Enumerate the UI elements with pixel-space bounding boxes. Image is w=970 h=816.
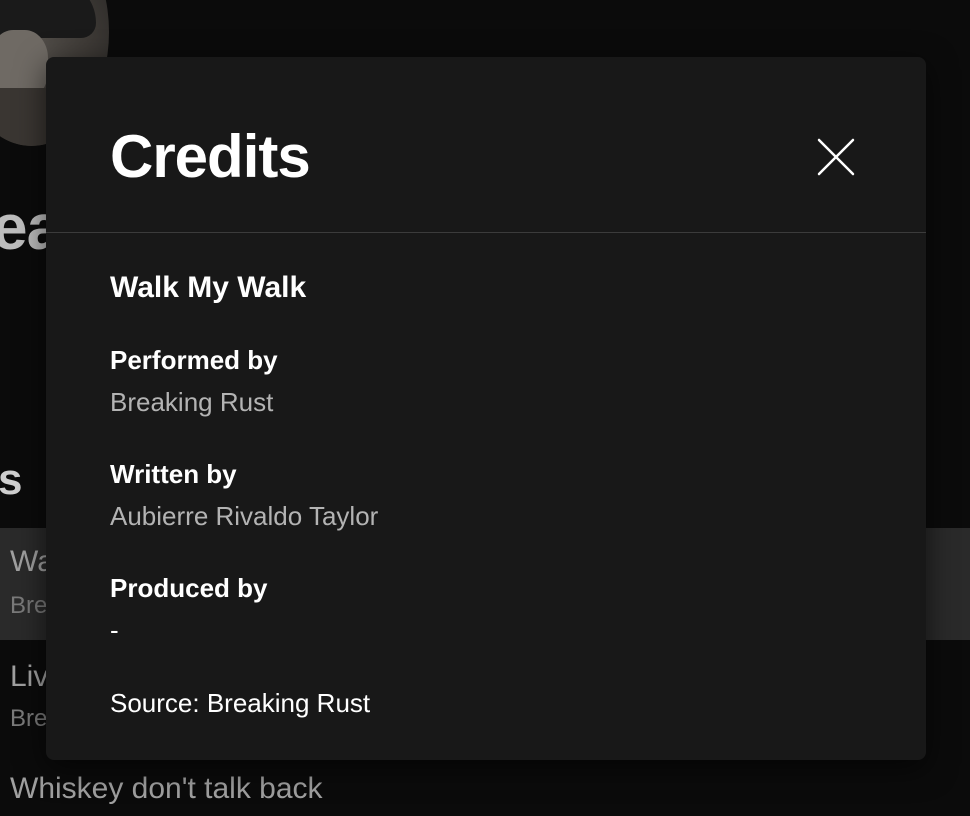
background-track-title[interactable]: Whiskey don't talk back xyxy=(10,772,323,806)
credits-dialog: Credits Walk My Walk Performed by Breaki… xyxy=(46,57,926,760)
credit-value-written-by: Aubierre Rivaldo Taylor xyxy=(110,501,379,531)
background-track-artist: Bre xyxy=(10,592,48,619)
credit-label-performed-by: Performed by xyxy=(110,345,278,375)
background-track-artist: Bre xyxy=(10,705,48,732)
dialog-title: Credits xyxy=(110,123,311,190)
credit-label-written-by: Written by xyxy=(110,459,237,489)
app-page: ea s Wa Bre Liv Bre Whiskey don't talk b… xyxy=(0,0,970,816)
background-section-heading: s xyxy=(0,455,23,504)
background-track-title[interactable]: Liv xyxy=(10,660,48,694)
close-button[interactable] xyxy=(808,129,864,185)
credits-source: Source: Breaking Rust xyxy=(110,688,371,718)
credit-value-produced-by: - xyxy=(110,615,119,645)
credit-label-produced-by: Produced by xyxy=(110,573,268,603)
close-icon xyxy=(817,138,855,176)
credit-value-performed-by[interactable]: Breaking Rust xyxy=(110,387,273,418)
dialog-header: Credits xyxy=(46,57,926,233)
song-title: Walk My Walk xyxy=(110,271,307,304)
